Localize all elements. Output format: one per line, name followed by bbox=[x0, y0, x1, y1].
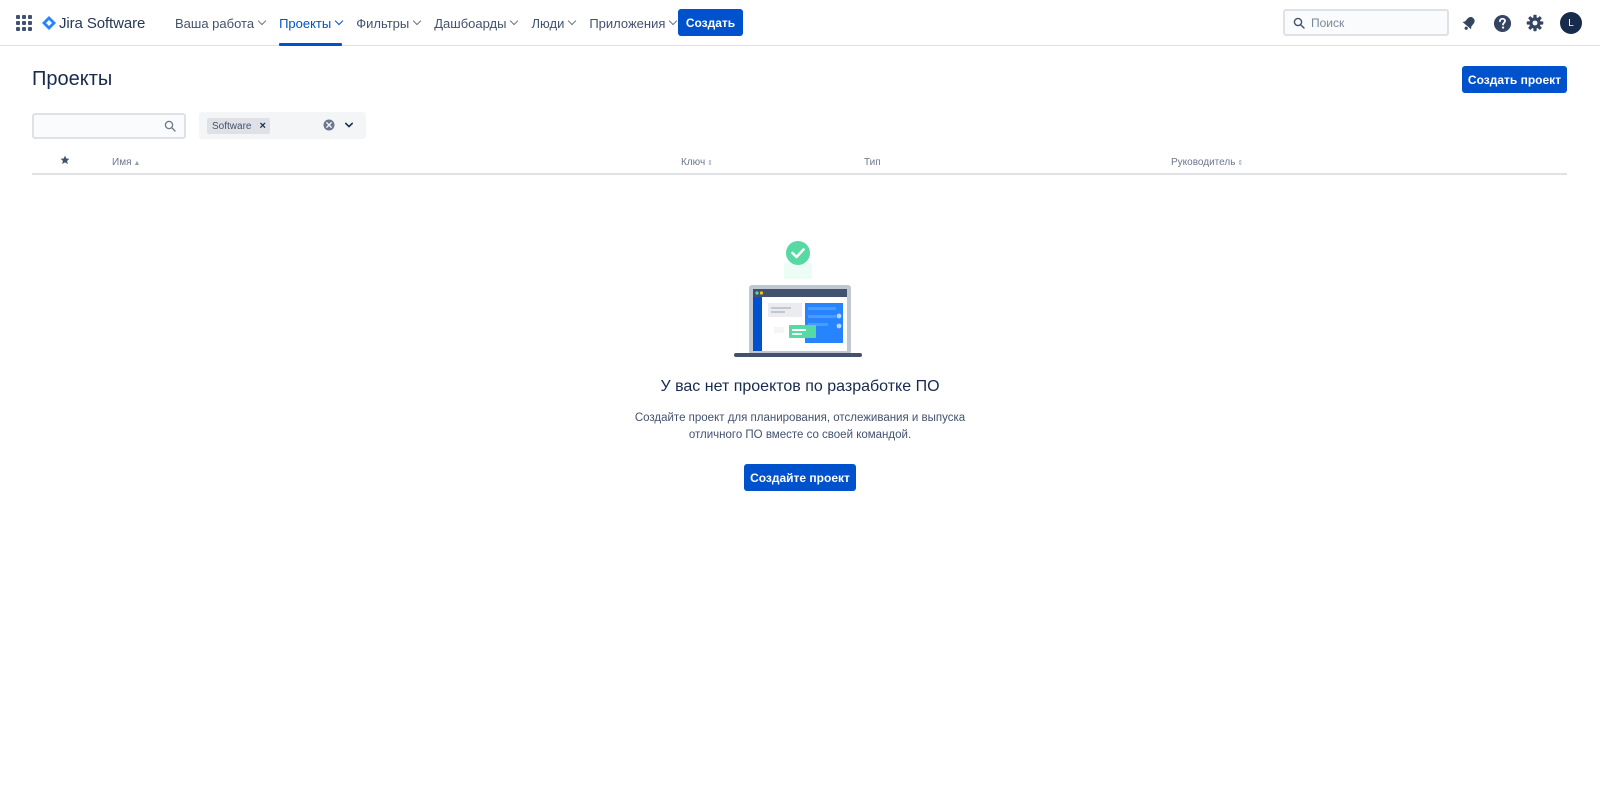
avatar[interactable]: L bbox=[1560, 12, 1582, 34]
chevron-down-icon bbox=[669, 16, 678, 26]
chevron-down-icon bbox=[568, 16, 577, 26]
chevron-down-icon bbox=[334, 16, 344, 26]
nav-item-projects[interactable]: Проекты bbox=[275, 0, 346, 46]
column-header-lead[interactable]: Руководитель ⇕ bbox=[1171, 157, 1243, 168]
sort-icon: ⇕ bbox=[1237, 160, 1244, 167]
help-icon[interactable] bbox=[1491, 12, 1513, 34]
page-title: Проекты bbox=[32, 68, 113, 90]
column-header-type[interactable]: Тип bbox=[864, 157, 881, 168]
empty-state-title: У вас нет проектов по разработке ПО bbox=[660, 378, 940, 395]
column-header-name[interactable]: Имя ▲ bbox=[112, 157, 140, 168]
chevron-down-icon[interactable] bbox=[344, 120, 354, 130]
project-search-input[interactable] bbox=[32, 113, 186, 139]
nav-item-label: Дашбоарды bbox=[434, 15, 507, 31]
nav-item-dashboards[interactable]: Дашбоарды bbox=[430, 0, 521, 46]
create-project-button[interactable]: Создать проект bbox=[1462, 66, 1567, 93]
column-label: Ключ bbox=[681, 157, 706, 168]
main-nav: Ваша работа Проекты Фильтры Дашбоарды Лю… bbox=[171, 0, 686, 46]
create-project-empty-button[interactable]: Создайте проект bbox=[744, 464, 856, 491]
filter-chip-label: Software bbox=[212, 120, 252, 132]
jira-logo-icon bbox=[42, 16, 56, 30]
settings-icon[interactable] bbox=[1524, 12, 1546, 34]
global-search[interactable] bbox=[1283, 9, 1449, 36]
jira-logo[interactable]: Jira Software bbox=[42, 13, 145, 33]
notifications-icon[interactable] bbox=[1458, 12, 1480, 34]
logo-text: Jira Software bbox=[59, 14, 146, 32]
projects-table-header: Имя ▲ Ключ ⇕ Тип Руководитель ⇕ bbox=[32, 150, 1567, 175]
chevron-down-icon bbox=[510, 16, 519, 26]
chevron-down-icon bbox=[257, 16, 267, 26]
top-navigation: Jira Software Ваша работа Проекты Фильтр… bbox=[0, 0, 1600, 46]
column-label: Руководитель bbox=[1171, 157, 1236, 168]
search-icon bbox=[1293, 17, 1305, 29]
nav-item-label: Приложения bbox=[589, 15, 666, 31]
filter-chip-software: Software × bbox=[207, 118, 270, 134]
nav-item-label: Фильтры bbox=[356, 15, 410, 31]
column-label: Имя bbox=[112, 157, 132, 168]
sort-asc-icon: ▲ bbox=[133, 160, 141, 167]
checkmark-icon bbox=[786, 241, 810, 265]
empty-state-illustration bbox=[734, 241, 862, 357]
remove-chip-icon[interactable]: × bbox=[259, 120, 265, 132]
nav-item-people[interactable]: Люди bbox=[527, 0, 579, 46]
empty-state-description: Создайте проект для планирования, отслеж… bbox=[634, 412, 966, 441]
nav-item-apps[interactable]: Приложения bbox=[585, 0, 680, 46]
nav-item-label: Проекты bbox=[279, 15, 332, 31]
clear-icon[interactable] bbox=[323, 119, 335, 131]
nav-item-label: Ваша работа bbox=[175, 15, 255, 31]
search-icon bbox=[164, 120, 176, 132]
project-type-filter[interactable]: Software × bbox=[199, 112, 366, 139]
create-button[interactable]: Создать bbox=[678, 9, 743, 36]
chevron-down-icon bbox=[413, 16, 422, 26]
search-input[interactable] bbox=[1311, 15, 1436, 30]
column-label: Тип bbox=[864, 157, 881, 168]
column-header-key[interactable]: Ключ ⇕ bbox=[681, 157, 713, 168]
app-switcher-icon[interactable] bbox=[16, 15, 32, 31]
sort-icon: ⇕ bbox=[707, 160, 714, 167]
star-icon[interactable] bbox=[60, 155, 70, 165]
nav-item-your-work[interactable]: Ваша работа bbox=[171, 0, 269, 46]
nav-item-filters[interactable]: Фильтры bbox=[352, 0, 424, 46]
nav-item-label: Люди bbox=[531, 15, 565, 31]
